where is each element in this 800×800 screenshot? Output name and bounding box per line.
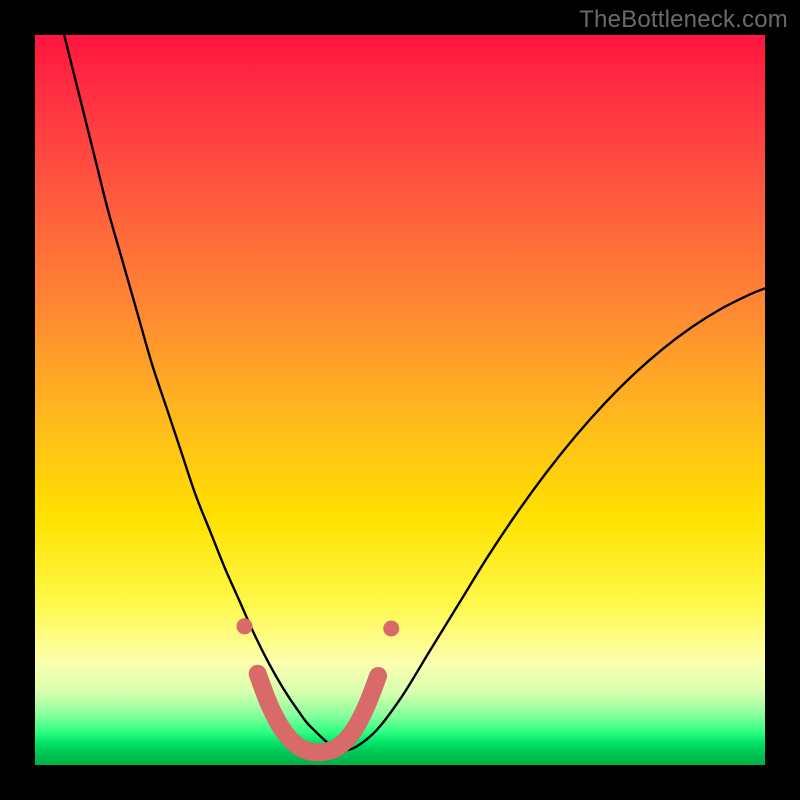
optimal-range-dots — [237, 618, 400, 636]
marker-dot — [237, 618, 253, 634]
watermark-text: TheBottleneck.com — [579, 6, 788, 34]
optimal-range-markers — [258, 674, 378, 753]
bottleneck-curve — [64, 35, 765, 751]
chart-frame: TheBottleneck.com — [0, 0, 800, 800]
marker-dot — [383, 620, 399, 636]
plot-area — [35, 35, 765, 765]
bottleneck-curve-svg — [35, 35, 765, 765]
